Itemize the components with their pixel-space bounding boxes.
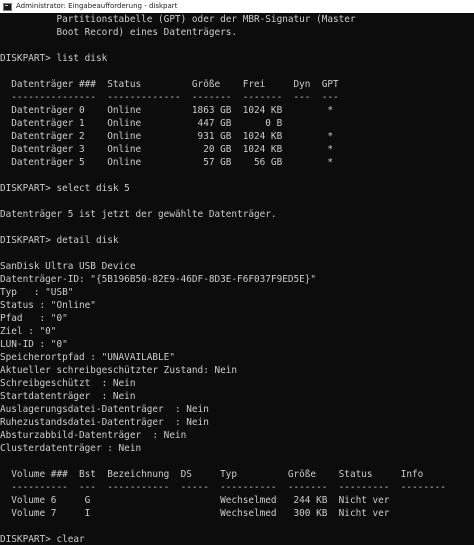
console-line: Datenträger 0 Online 1863 GB 1024 KB * [0,105,334,116]
console-line: DISKPART> clear [0,534,85,545]
console-line: Datenträger 3 Online 20 GB 1024 KB * [0,144,334,155]
console-line: Boot Record) eines Datenträgers. [0,27,238,38]
console-line: Ziel : "0" [0,326,57,337]
console-line: Absturzabbild-Datenträger : Nein [0,430,187,441]
console-line: Volume 6 G Wechselmed 244 KB Nicht ver [0,495,390,506]
console-line: LUN-ID : "0" [0,339,68,350]
console-line: Ruhezustandsdatei-Datenträger : Nein [0,417,209,428]
console-window: Administrator: Eingabeaufforderung - dis… [0,0,474,545]
console-line: Volume ### Bst Bezeichnung DS Typ Größe … [0,469,424,480]
console-line: Datenträger 1 Online 447 GB 0 B [0,118,283,129]
console-line: --------------- ------------- ------- --… [0,92,339,103]
cmd-icon [3,2,12,11]
console-line: Datenträger 5 Online 57 GB 56 GB * [0,157,334,168]
console-line: Partitionstabelle (GPT) oder der MBR-Sig… [0,14,356,25]
console-line: DISKPART> select disk 5 [0,183,130,194]
console-output[interactable]: Partitionstabelle (GPT) oder der MBR-Sig… [0,13,474,545]
console-line: Datenträger 2 Online 931 GB 1024 KB * [0,131,334,142]
console-line: DISKPART> list disk [0,53,108,64]
title-bar[interactable]: Administrator: Eingabeaufforderung - dis… [0,0,474,14]
console-line: DISKPART> detail disk [0,235,119,246]
console-line: Auslagerungsdatei-Datenträger : Nein [0,404,209,415]
console-line: Datenträger 5 ist jetzt der gewählte Dat… [0,209,277,220]
console-line: Typ : "USB" [0,287,74,298]
console-line: SanDisk Ultra USB Device [0,261,136,272]
console-line: Speicherortpfad : "UNAVAILABLE" [0,352,175,363]
console-line: Startdatenträger : Nein [0,391,136,402]
console-line: Pfad : "0" [0,313,68,324]
console-line: Datenträger-ID: "{5B196B50-82E9-46DF-8D3… [0,274,317,285]
console-line: ---------- --- ----------- ----- -------… [0,482,446,493]
console-line: Schreibgeschützt : Nein [0,378,136,389]
window-title: Administrator: Eingabeaufforderung - dis… [16,2,178,10]
console-line: Clusterdatenträger : Nein [0,443,142,454]
console-line: Aktueller schreibgeschützter Zustand: Ne… [0,365,238,376]
console-line: Volume 7 I Wechselmed 300 KB Nicht ver [0,508,390,519]
console-line: Datenträger ### Status Größe Frei Dyn GP… [0,79,339,90]
console-line: Status : "Online" [0,300,96,311]
